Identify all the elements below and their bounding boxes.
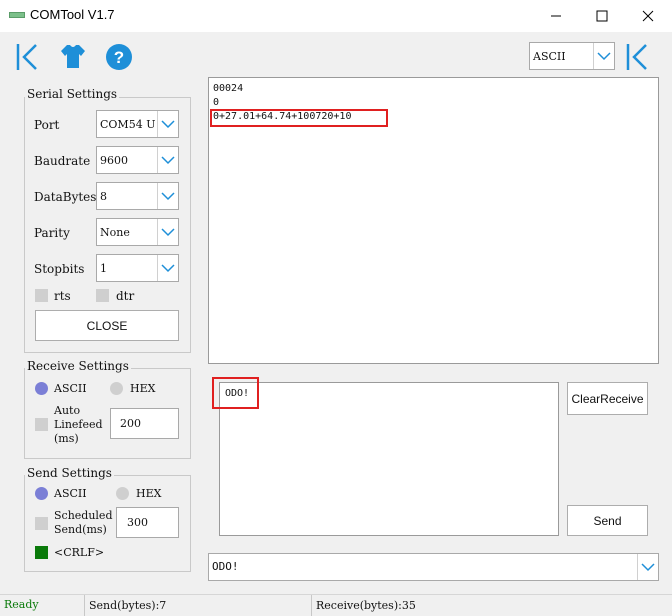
scheduled-send-label-line2: Send(ms) [54,523,107,536]
chevron-down-icon [637,554,658,580]
app-icon [9,12,25,18]
chevron-down-icon [157,147,178,173]
encoding-value: ASCII [533,49,566,63]
auto-linefeed-label: Auto Linefeed (ms) [54,404,103,446]
chevron-down-icon [593,43,614,69]
chevron-down-icon [157,219,178,245]
serial-settings-title: Serial Settings [25,87,120,101]
send-hex-radio[interactable] [116,487,129,500]
clear-receive-button[interactable]: ClearReceive [567,382,648,415]
status-bar: Ready Send(bytes):7 Receive(bytes):35 [0,594,672,616]
svg-text:?: ? [114,48,124,67]
status-state: Ready [4,598,39,611]
close-window-button[interactable] [625,0,671,32]
send-ascii-label: ASCII [54,487,87,500]
parity-label: Parity [34,226,70,240]
status-divider [84,595,85,616]
databytes-value: 8 [100,189,107,203]
scheduled-send-label-line1: Scheduled [54,509,113,522]
rts-label: rts [54,289,71,303]
port-value: COM54 U [100,117,156,131]
receive-hex-radio[interactable] [110,382,123,395]
databytes-label: DataBytes [34,190,97,204]
window-title: COMTool V1.7 [30,7,115,22]
send-button[interactable]: Send [567,505,648,536]
chevron-down-icon [157,111,178,137]
send-hex-label: HEX [136,487,162,500]
port-label: Port [34,118,60,132]
maximize-button[interactable] [579,0,625,32]
send-settings-title: Send Settings [25,466,114,480]
highlight-box [212,377,259,409]
dtr-checkbox[interactable] [96,289,109,302]
stopbits-value: 1 [100,261,107,275]
title-bar: COMTool V1.7 [0,0,672,32]
collapse-left-icon[interactable] [14,42,42,72]
auto-linefeed-label-line3: (ms) [54,432,79,445]
stopbits-label: Stopbits [34,262,85,276]
receive-ascii-label: ASCII [54,382,87,395]
close-port-button[interactable]: CLOSE [35,310,179,341]
receive-line: 0 [213,97,220,108]
receive-ascii-radio[interactable] [35,382,48,395]
help-icon[interactable]: ? [104,42,134,72]
stopbits-select[interactable]: 1 [96,254,179,282]
baudrate-select[interactable]: 9600 [96,146,179,174]
databytes-select[interactable]: 8 [96,182,179,210]
auto-linefeed-label-line1: Auto [54,404,81,417]
rts-checkbox[interactable] [35,289,48,302]
scheduled-send-input[interactable]: 300 [116,507,179,538]
receive-line: 00024 [213,83,244,94]
receive-hex-label: HEX [130,382,156,395]
send-history-select[interactable]: ODO! [208,553,659,581]
status-sent: Send(bytes):7 [89,599,167,612]
crlf-label: <CRLF> [54,546,105,559]
receive-textarea[interactable]: 00024 0 0+27.01+64.74+100720+10 [208,77,659,364]
skin-shirt-icon[interactable] [58,42,88,70]
baudrate-label: Baudrate [34,154,91,168]
chevron-down-icon [157,255,178,281]
chevron-down-icon [157,183,178,209]
port-select[interactable]: COM54 U [96,110,179,138]
parity-select[interactable]: None [96,218,179,246]
collapse-right-icon[interactable] [624,42,650,72]
receive-settings-title: Receive Settings [25,359,131,373]
parity-value: None [100,225,130,239]
encoding-select[interactable]: ASCII [529,42,615,70]
crlf-checkbox[interactable] [35,546,48,559]
auto-linefeed-checkbox[interactable] [35,418,48,431]
scheduled-send-label: Scheduled Send(ms) [54,509,113,537]
send-history-value: ODO! [212,560,239,573]
minimize-button[interactable] [533,0,579,32]
scheduled-send-checkbox[interactable] [35,517,48,530]
status-received: Receive(bytes):35 [316,599,416,612]
send-ascii-radio[interactable] [35,487,48,500]
send-textarea[interactable]: ODO! [212,377,559,536]
status-divider [311,595,312,616]
auto-linefeed-label-line2: Linefeed [54,418,103,431]
dtr-label: dtr [116,289,135,303]
highlight-box [210,109,388,127]
auto-linefeed-input[interactable]: 200 [110,408,179,439]
baudrate-value: 9600 [100,153,128,167]
